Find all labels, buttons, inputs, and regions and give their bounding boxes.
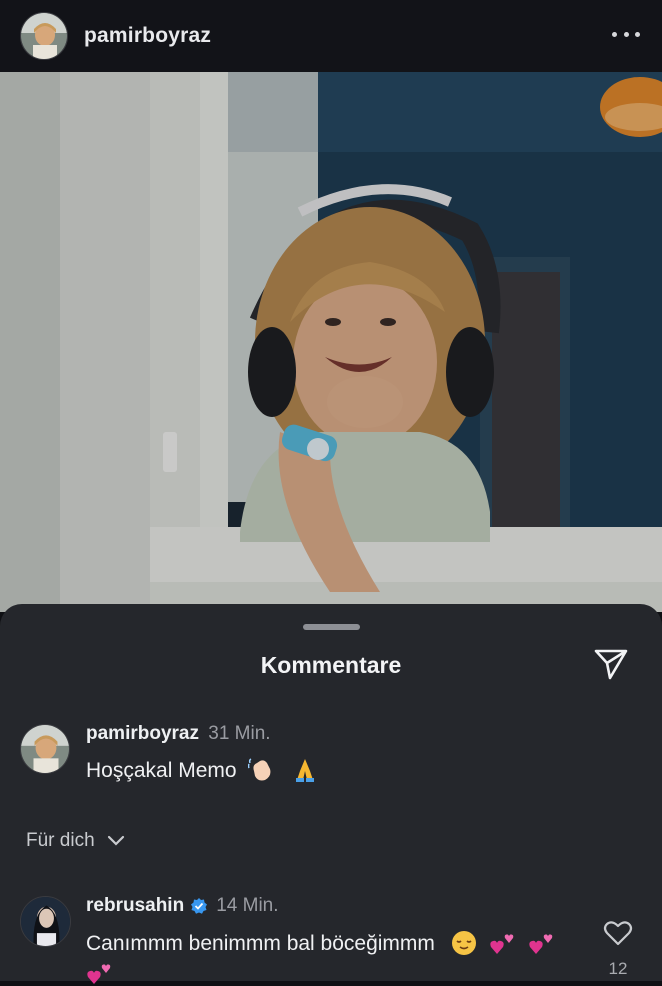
waving-hand-icon — [248, 758, 271, 781]
folded-hands-icon — [296, 759, 315, 782]
comment-text: Hoşçakal Memo — [86, 759, 237, 782]
send-icon[interactable] — [592, 645, 630, 683]
post-header: pamirboyraz — [0, 0, 662, 72]
comment-text-row: Canımmm benimmm bal böceğimmm — [86, 930, 556, 956]
comments-title: Kommentare — [260, 652, 402, 678]
comments-sheet: Kommentare pamirboyraz 31 Min. Hoşçakal … — [0, 604, 662, 984]
two-hearts-icon — [529, 934, 553, 954]
comment-text-continuation — [86, 960, 114, 986]
comment-time: 31 Min. — [208, 723, 271, 744]
comment-time: 14 Min. — [216, 895, 279, 916]
verified-badge-icon — [191, 898, 208, 914]
comment-item: rebrusahin 14 Min. Canımmm benimmm bal b… — [20, 895, 660, 984]
relieved-face-icon — [451, 931, 476, 955]
two-hearts-icon — [87, 964, 111, 984]
sheet-drag-handle[interactable] — [303, 624, 360, 630]
comment-avatar[interactable] — [20, 724, 70, 774]
like-count: 12 — [608, 959, 628, 978]
post-photo[interactable] — [0, 72, 662, 612]
comment-text: Canımmm benimmm bal böceğimmm — [86, 932, 435, 955]
comment-sort-label: Für dich — [26, 830, 95, 851]
comment-username[interactable]: pamirboyraz — [86, 723, 199, 744]
comment-avatar[interactable] — [20, 896, 71, 947]
comment-username[interactable]: rebrusahin — [86, 895, 184, 917]
chevron-down-icon — [107, 835, 124, 846]
comment-sort-dropdown[interactable]: Für dich — [26, 830, 125, 852]
more-options-icon[interactable] — [612, 22, 640, 46]
post-author-username[interactable]: pamirboyraz — [84, 24, 211, 48]
two-hearts-icon — [489, 934, 513, 954]
comment-item: pamirboyraz 31 Min. Hoşçakal Memo — [20, 723, 640, 783]
profile-avatar[interactable] — [20, 12, 68, 60]
comment-text-row: Hoşçakal Memo — [86, 757, 318, 783]
like-heart-icon[interactable] — [603, 919, 633, 947]
